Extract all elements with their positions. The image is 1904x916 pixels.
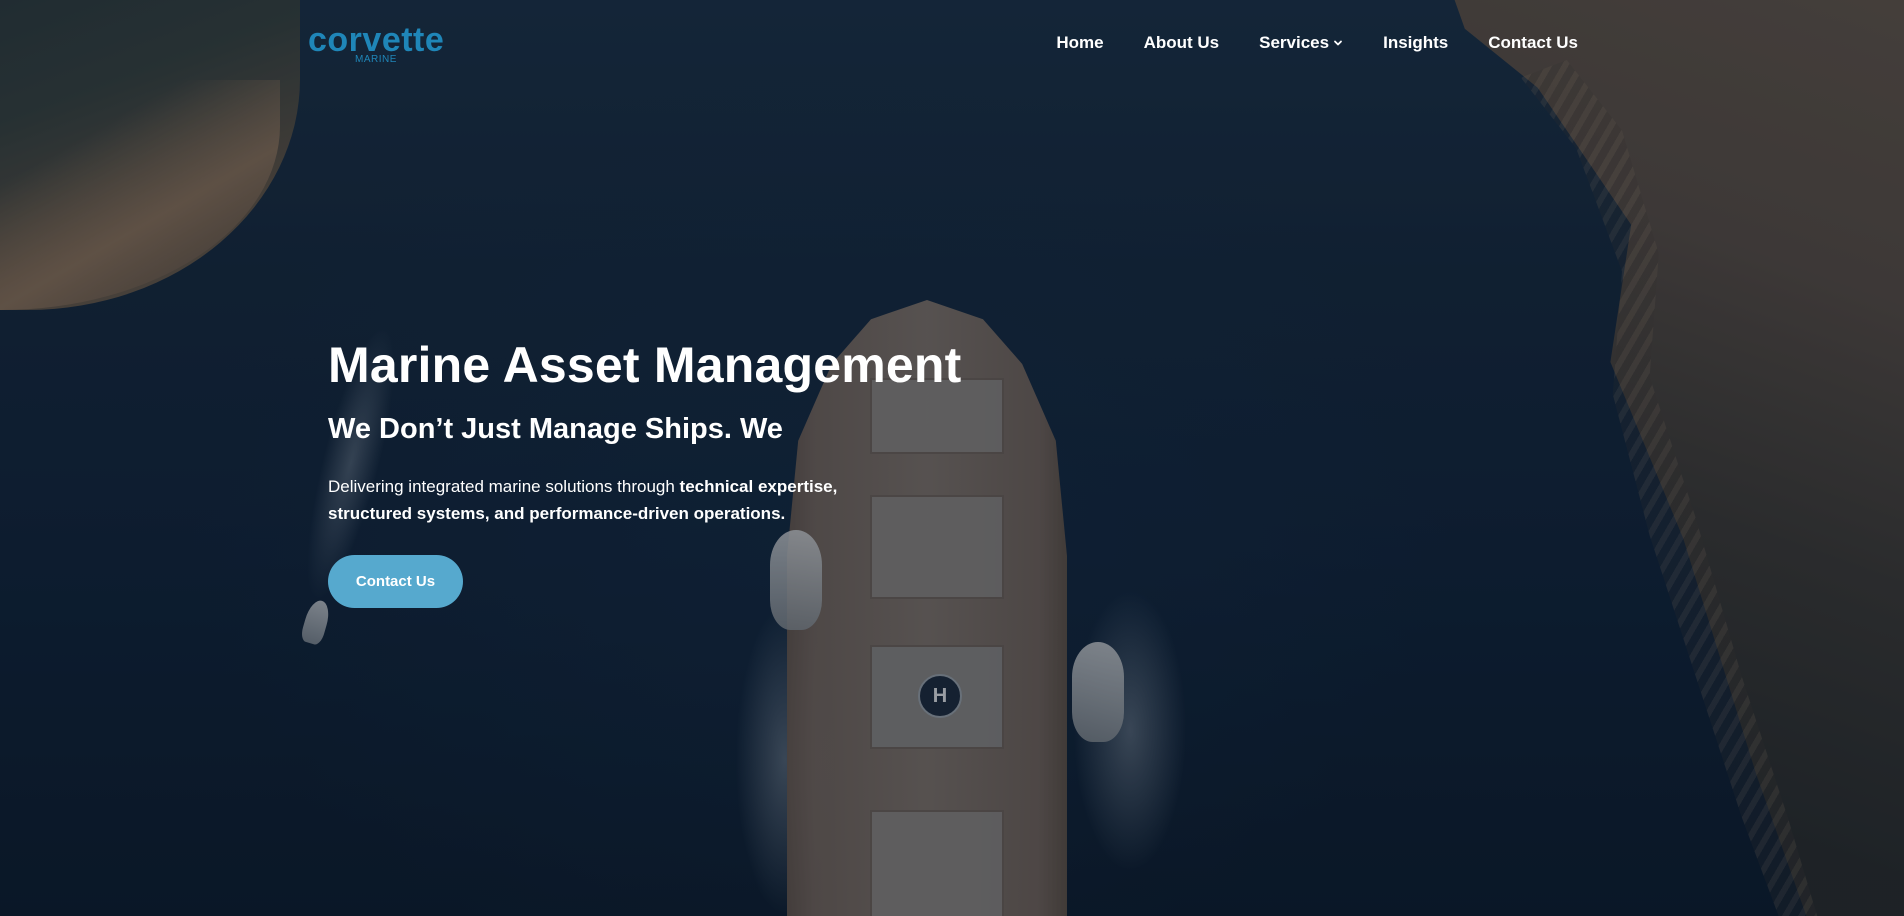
hero-description: Delivering integrated marine solutions t… (328, 473, 888, 527)
hero-title: Marine Asset Management (328, 337, 962, 393)
nav-contact-us[interactable]: Contact Us (1488, 30, 1578, 56)
nav-home[interactable]: Home (1056, 30, 1103, 56)
nav-services-label: Services (1259, 33, 1330, 52)
nav-about-us-label: About Us (1143, 33, 1220, 52)
hero-subtitle: We Don’t Just Manage Ships. We (328, 413, 783, 445)
contact-us-button[interactable]: Contact Us (328, 555, 463, 608)
nav-home-label: Home (1056, 33, 1104, 52)
chevron-down-icon (1334, 40, 1342, 46)
nav-about-us[interactable]: About Us (1144, 30, 1220, 56)
brand-logo[interactable]: corvette MARINE (308, 20, 458, 66)
brand-tagline: MARINE (355, 54, 397, 65)
site-header: corvette MARINE Home About Us Services I… (0, 0, 1904, 90)
main-nav: Home About Us Services Insights Contact … (1056, 30, 1578, 56)
hero-content: Marine Asset Management We Don’t Just Ma… (328, 335, 1048, 527)
nav-insights-label: Insights (1383, 33, 1449, 52)
nav-services[interactable]: Services (1259, 30, 1343, 56)
nav-insights[interactable]: Insights (1383, 30, 1448, 56)
hero-section: H corvette MARINE Home About Us Services… (0, 0, 1904, 916)
nav-contact-us-label: Contact Us (1488, 33, 1578, 52)
hero-description-plain: Delivering integrated marine solutions t… (328, 477, 680, 496)
